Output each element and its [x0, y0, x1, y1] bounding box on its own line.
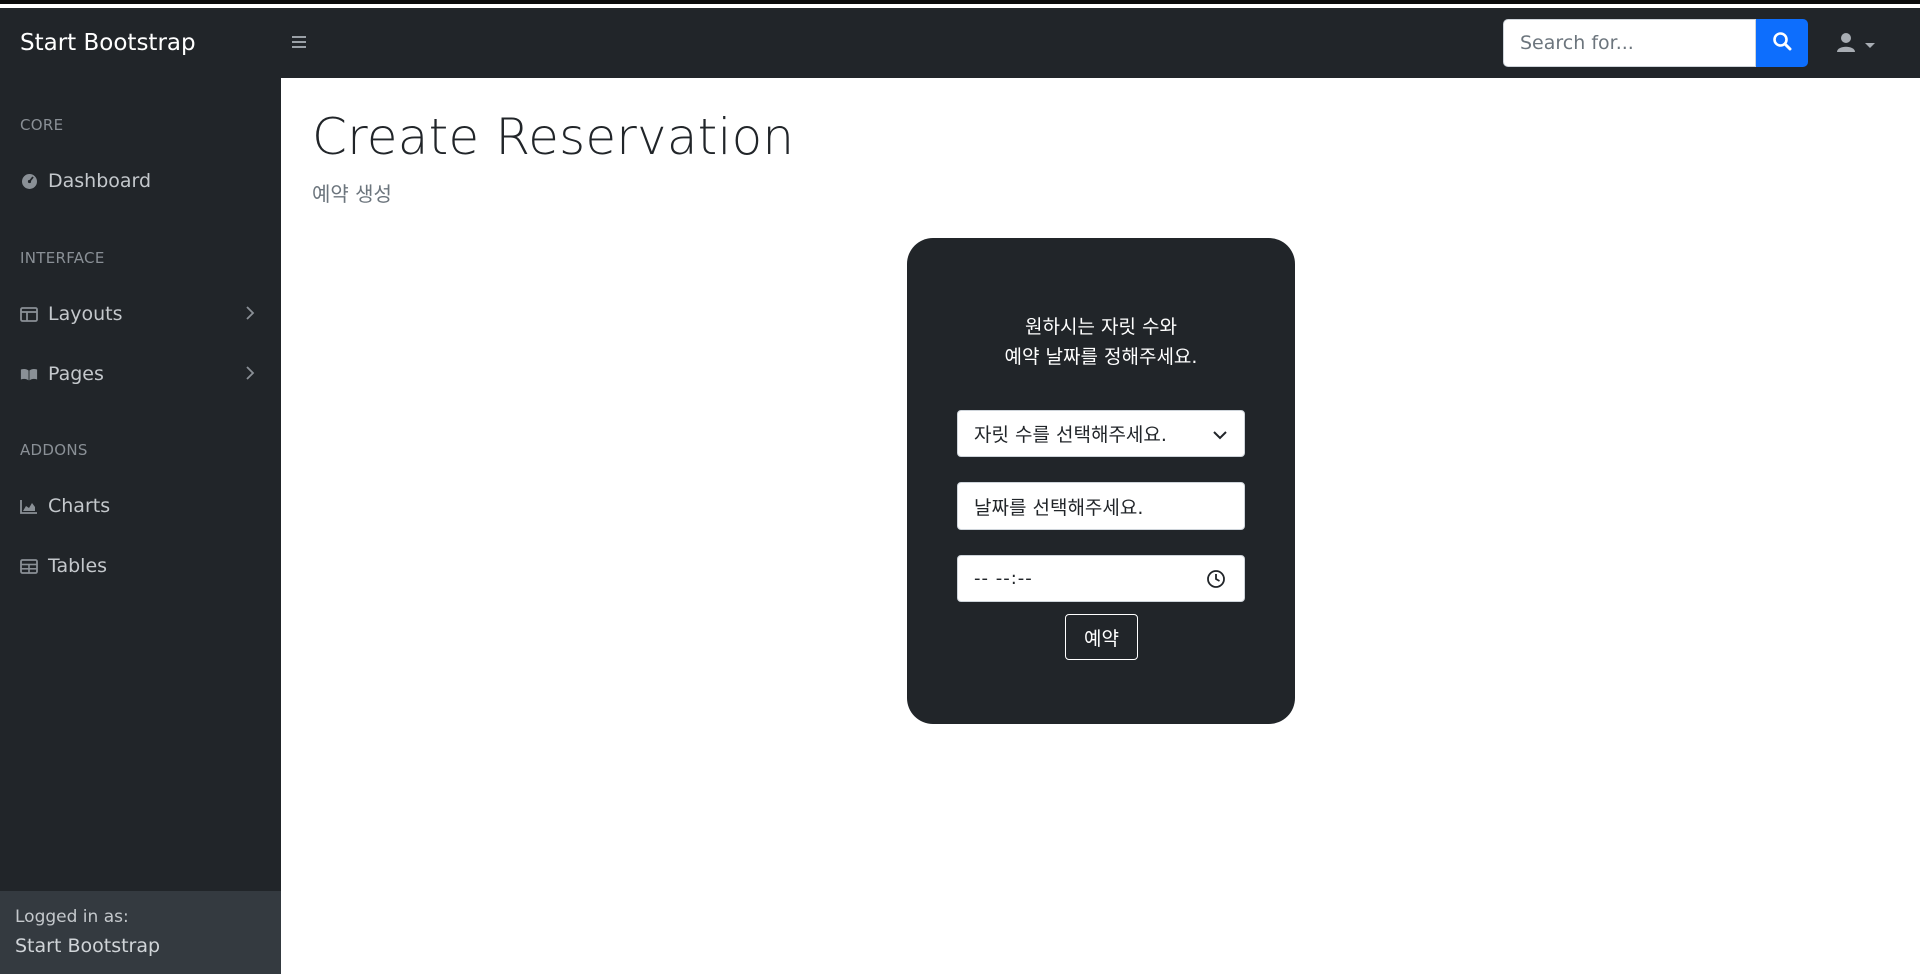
dashboard-icon: [20, 172, 38, 190]
instruction-line-2: 예약 날짜를 정해주세요.: [1004, 346, 1198, 368]
sidebar-item-label: Layouts: [48, 303, 123, 325]
sidebar-heading-addons: ADDONS: [20, 441, 88, 459]
table-icon: [20, 557, 38, 575]
menu-icon[interactable]: [290, 33, 312, 55]
clock-icon[interactable]: [1206, 569, 1226, 589]
top-navbar: Start Bootstrap: [0, 8, 1920, 78]
chevron-right-icon: [241, 364, 259, 382]
sidebar-item-label: Pages: [48, 363, 104, 385]
search-button[interactable]: [1756, 19, 1808, 67]
app-frame: Start Bootstrap CORE: [0, 0, 1920, 974]
main-content: Create Reservation 예약 생성 원하시는 자릿 수와 예약 날…: [281, 78, 1920, 974]
sidebar-item-label: Charts: [48, 495, 111, 517]
chevron-right-icon: [241, 304, 259, 322]
page-subtitle: 예약 생성: [312, 182, 392, 206]
sidebar-item-label: Tables: [48, 555, 108, 577]
book-icon: [20, 365, 38, 383]
page-title: Create Reservation: [312, 108, 795, 166]
search-input[interactable]: [1503, 19, 1756, 67]
logged-in-user: Start Bootstrap: [15, 935, 161, 957]
date-field[interactable]: 날짜를 선택해주세요.: [957, 482, 1245, 530]
sidebar-item-pages[interactable]: Pages: [0, 352, 281, 396]
seat-count-selected-value: 자릿 수를 선택해주세요.: [974, 424, 1167, 446]
sidebar-item-layouts[interactable]: Layouts: [0, 292, 281, 336]
sidebar-heading-interface: INTERFACE: [20, 249, 105, 267]
user-icon: [1836, 31, 1858, 57]
reservation-instructions: 원하시는 자릿 수와 예약 날짜를 정해주세요.: [907, 312, 1295, 372]
sidebar-item-tables[interactable]: Tables: [0, 544, 281, 588]
sidebar: CORE Dashboard INTERFACE Layouts Pages A…: [0, 78, 281, 974]
sidebar-footer: Logged in as: Start Bootstrap: [0, 891, 281, 974]
reservation-card: 원하시는 자릿 수와 예약 날짜를 정해주세요. 자릿 수를 선택해주세요. 날…: [907, 238, 1295, 724]
sidebar-item-charts[interactable]: Charts: [0, 484, 281, 528]
chevron-down-icon: [1212, 426, 1228, 442]
logged-in-label: Logged in as:: [15, 907, 129, 927]
columns-icon: [20, 305, 38, 323]
search-icon: [1772, 31, 1792, 55]
navbar-brand[interactable]: Start Bootstrap: [20, 8, 196, 78]
instruction-line-1: 원하시는 자릿 수와: [1025, 316, 1177, 338]
user-menu-button[interactable]: [1836, 30, 1884, 58]
date-field-placeholder: 날짜를 선택해주세요.: [974, 496, 1144, 519]
navbar-search: [1503, 19, 1808, 67]
area-chart-icon: [20, 497, 38, 515]
sidebar-heading-core: CORE: [20, 116, 64, 134]
sidebar-item-dashboard[interactable]: Dashboard: [0, 159, 281, 203]
sidebar-item-label: Dashboard: [48, 170, 152, 192]
seat-count-select[interactable]: 자릿 수를 선택해주세요.: [957, 410, 1245, 457]
time-field[interactable]: -- --:--: [957, 555, 1245, 602]
chevron-down-icon: [1864, 35, 1876, 54]
time-field-value: -- --:--: [974, 568, 1033, 589]
reserve-button[interactable]: 예약: [1065, 614, 1138, 660]
